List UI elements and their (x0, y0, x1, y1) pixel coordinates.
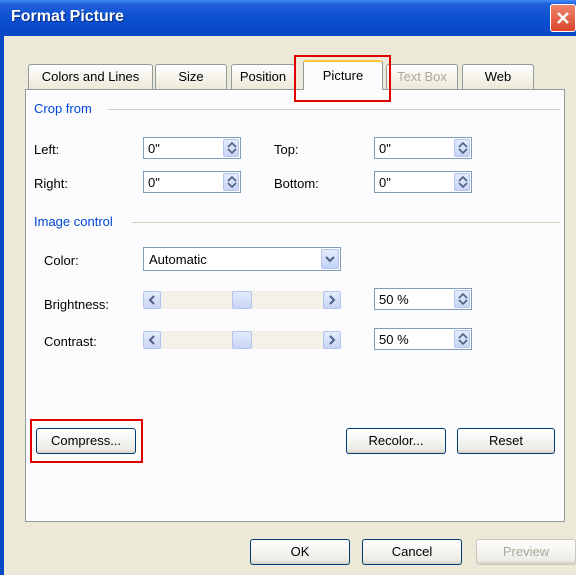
color-label: Color: (44, 253, 79, 268)
spinner-arrows-icon[interactable] (223, 139, 239, 157)
picture-tab-highlight (294, 55, 391, 102)
close-icon (557, 12, 569, 24)
crop-top-spinner[interactable]: 0" (374, 137, 472, 159)
contrast-value: 50 % (379, 332, 409, 347)
brightness-slider[interactable] (143, 291, 341, 309)
brightness-slider-thumb[interactable] (232, 291, 252, 309)
image-control-section-label: Image control (34, 214, 113, 229)
reset-button[interactable]: Reset (457, 428, 555, 454)
left-label: Left: (34, 142, 60, 157)
tab-size[interactable]: Size (155, 64, 227, 89)
tab-position[interactable]: Position (231, 64, 295, 89)
contrast-spinner[interactable]: 50 % (374, 328, 472, 350)
brightness-value: 50 % (379, 292, 409, 307)
recolor-button[interactable]: Recolor... (346, 428, 446, 454)
bottom-label: Bottom: (274, 176, 319, 191)
crop-section-divider (108, 109, 560, 110)
slider-right-arrow-icon[interactable] (323, 331, 341, 349)
color-value: Automatic (149, 252, 207, 267)
spinner-arrows-icon[interactable] (454, 139, 470, 157)
contrast-slider[interactable] (143, 331, 341, 349)
crop-left-spinner[interactable]: 0" (143, 137, 241, 159)
preview-button: Preview (476, 539, 576, 565)
slider-left-arrow-icon[interactable] (143, 291, 161, 309)
crop-left-value: 0" (148, 141, 160, 156)
window-border (0, 36, 4, 575)
crop-top-value: 0" (379, 141, 391, 156)
ok-button[interactable]: OK (250, 539, 350, 565)
right-label: Right: (34, 176, 68, 191)
tab-web[interactable]: Web (462, 64, 534, 89)
crop-bottom-spinner[interactable]: 0" (374, 171, 472, 193)
top-label: Top: (274, 142, 299, 157)
spinner-arrows-icon[interactable] (454, 330, 470, 348)
tab-colors-and-lines[interactable]: Colors and Lines (28, 64, 153, 89)
brightness-spinner[interactable]: 50 % (374, 288, 472, 310)
cancel-button[interactable]: Cancel (362, 539, 462, 565)
spinner-arrows-icon[interactable] (223, 173, 239, 191)
spinner-arrows-icon[interactable] (454, 173, 470, 191)
slider-right-arrow-icon[interactable] (323, 291, 341, 309)
close-button[interactable] (550, 4, 576, 32)
slider-left-arrow-icon[interactable] (143, 331, 161, 349)
contrast-slider-thumb[interactable] (232, 331, 252, 349)
chevron-down-icon[interactable] (321, 249, 339, 269)
crop-right-value: 0" (148, 175, 160, 190)
crop-bottom-value: 0" (379, 175, 391, 190)
title-bar: Format Picture (0, 0, 576, 36)
crop-right-spinner[interactable]: 0" (143, 171, 241, 193)
tab-text-box: Text Box (386, 64, 458, 89)
color-dropdown[interactable]: Automatic (143, 247, 341, 271)
contrast-label: Contrast: (44, 334, 97, 349)
image-control-section-divider (132, 222, 560, 223)
brightness-label: Brightness: (44, 297, 110, 312)
crop-section-label: Crop from (34, 101, 92, 116)
window-title: Format Picture (11, 8, 124, 25)
compress-button-highlight (30, 419, 143, 463)
spinner-arrows-icon[interactable] (454, 290, 470, 308)
